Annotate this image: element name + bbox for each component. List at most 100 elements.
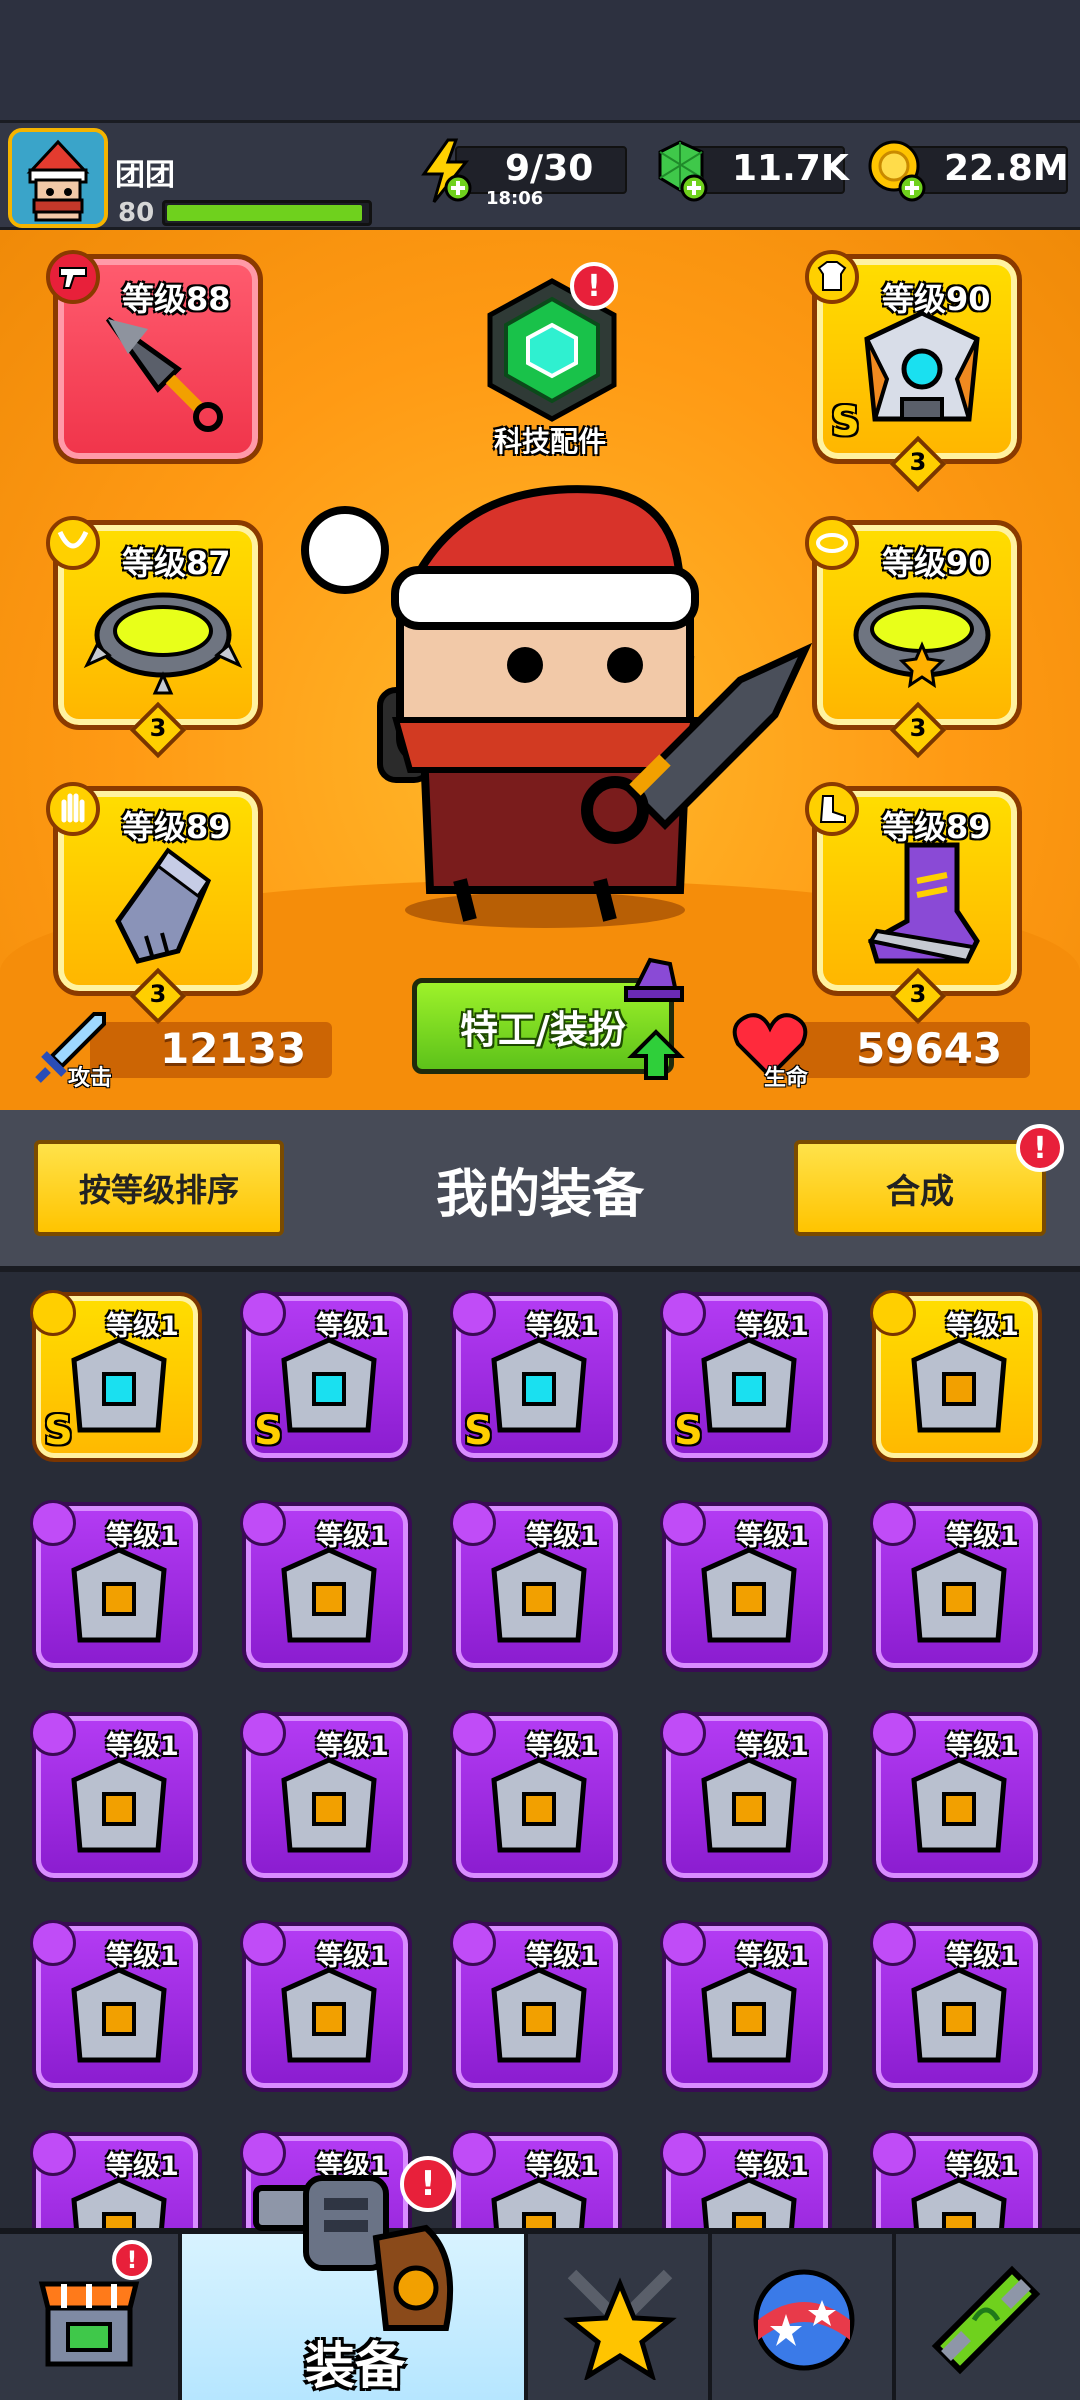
s-grade-mark: S bbox=[254, 1408, 283, 1454]
sort-by-level-button[interactable]: 按等级排序 bbox=[34, 1140, 284, 1236]
shirt-icon bbox=[817, 261, 847, 291]
agent-button-decor-icon bbox=[624, 957, 685, 1080]
equipment-item[interactable]: 等级1 bbox=[660, 1710, 832, 1882]
equipment-item[interactable]: 等级1 bbox=[870, 2130, 1042, 2228]
item-level: 等级1 bbox=[106, 1521, 179, 1552]
item-level: 等级1 bbox=[736, 1731, 809, 1762]
gloves-type-badge bbox=[46, 782, 100, 836]
equipment-item[interactable]: 等级1 bbox=[450, 1920, 622, 2092]
item-level: 等级1 bbox=[316, 1521, 389, 1552]
xp-bar-fill bbox=[167, 205, 362, 221]
item-type-badge bbox=[240, 1920, 286, 1966]
item-type-badge bbox=[660, 1710, 706, 1756]
item-level: 等级1 bbox=[106, 1311, 179, 1342]
equipment-item[interactable]: 等级1 S bbox=[240, 1290, 412, 1462]
hand-icon bbox=[61, 793, 85, 823]
gold-coin-icon[interactable] bbox=[866, 138, 930, 204]
vest-icon bbox=[71, 1967, 167, 2063]
equipment-item[interactable]: 等级1 bbox=[450, 2130, 622, 2228]
necklace-icon bbox=[57, 530, 89, 549]
equipment-item[interactable]: 等级1 bbox=[30, 2130, 202, 2228]
item-level: 等级1 bbox=[736, 1941, 809, 1972]
section-title: 我的装备 bbox=[435, 1165, 644, 1225]
slot-stars-gloves: 3 bbox=[149, 980, 167, 1008]
item-level: 等级1 bbox=[106, 1941, 179, 1972]
item-level: 等级1 bbox=[736, 2151, 809, 2182]
item-type-badge bbox=[660, 1290, 706, 1336]
attack-value: 12133 bbox=[160, 1024, 307, 1073]
plated-armor-icon bbox=[281, 1967, 377, 2063]
ninja-avatar-icon bbox=[12, 132, 104, 224]
equipment-item[interactable]: 等级1 bbox=[870, 1920, 1042, 2092]
machete-icon bbox=[911, 1337, 1007, 1433]
equipment-item[interactable]: 等级1 bbox=[660, 1920, 832, 2092]
equipment-item[interactable]: 等级1 bbox=[870, 1500, 1042, 1672]
equipment-item[interactable]: 等级1 bbox=[30, 1710, 202, 1882]
equipment-item[interactable]: 等级1 bbox=[30, 1920, 202, 2092]
item-type-badge bbox=[870, 1500, 916, 1546]
equipment-item[interactable]: 等级1 bbox=[240, 1500, 412, 1672]
item-type-badge bbox=[870, 1290, 916, 1336]
item-type-badge bbox=[240, 1500, 286, 1546]
leaf-armor-icon bbox=[911, 1547, 1007, 1643]
item-level: 等级1 bbox=[526, 1311, 599, 1342]
item-level: 等级1 bbox=[526, 1731, 599, 1762]
green-gem-armor-icon bbox=[491, 1757, 587, 1853]
equipment-item[interactable]: 等级1 bbox=[660, 1500, 832, 1672]
green-gem-icon[interactable] bbox=[650, 138, 712, 204]
item-level: 等级1 bbox=[946, 1521, 1019, 1552]
s-grade-mark: S bbox=[464, 1408, 493, 1454]
vest-icon bbox=[701, 1757, 797, 1853]
necklace-type-badge bbox=[46, 516, 100, 570]
chainmail-icon bbox=[71, 1757, 167, 1853]
item-type-badge bbox=[450, 1710, 496, 1756]
star-orb-icon bbox=[753, 2269, 855, 2371]
avatar[interactable] bbox=[8, 128, 108, 228]
equipment-item[interactable]: 等级1 S bbox=[450, 1290, 622, 1462]
nav-tab-evolution[interactable] bbox=[896, 2234, 1080, 2400]
equipment-item[interactable]: 等级1 bbox=[450, 1500, 622, 1672]
gauntlet-icon bbox=[115, 847, 212, 964]
spiked-collar-icon bbox=[83, 592, 243, 695]
equipment-item[interactable]: 等级1 bbox=[870, 1290, 1042, 1462]
lightning-icon[interactable] bbox=[418, 138, 476, 204]
attack-label: 攻击 bbox=[68, 1066, 113, 1091]
belt-badge-icon bbox=[816, 533, 848, 553]
nav-tab-shop[interactable] bbox=[0, 2234, 182, 2400]
equipment-item[interactable]: 等级1 bbox=[660, 2130, 832, 2228]
vest-icon bbox=[911, 1757, 1007, 1853]
player-name: 团团 bbox=[115, 158, 175, 193]
item-type-badge bbox=[660, 2130, 706, 2176]
slot-stars-belt: 3 bbox=[909, 714, 927, 742]
equipment-item[interactable]: 等级1 S bbox=[660, 1290, 832, 1462]
equipment-item[interactable]: 等级1 bbox=[240, 1920, 412, 2092]
nav-tab-battle[interactable] bbox=[528, 2234, 712, 2400]
item-level: 等级1 bbox=[736, 1521, 809, 1552]
item-type-badge bbox=[870, 2130, 916, 2176]
item-level: 等级1 bbox=[946, 1731, 1019, 1762]
item-type-badge bbox=[30, 1290, 76, 1336]
item-level: 等级1 bbox=[946, 1941, 1019, 1972]
slot-level-armor: 等级90 bbox=[882, 280, 991, 318]
equipment-item[interactable]: 等级1 bbox=[240, 1710, 412, 1882]
energy-value: 9/30 bbox=[505, 148, 594, 189]
spiked-collar-icon bbox=[701, 1967, 797, 2063]
item-level: 等级1 bbox=[526, 1521, 599, 1552]
equipment-item[interactable]: 等级1 bbox=[870, 1710, 1042, 1882]
combine-button[interactable]: 合成 bbox=[794, 1140, 1046, 1236]
item-level: 等级1 bbox=[946, 1311, 1019, 1342]
item-level: 等级1 bbox=[316, 1941, 389, 1972]
item-type-badge bbox=[450, 1500, 496, 1546]
item-type-badge bbox=[30, 1500, 76, 1546]
shop-icon bbox=[38, 2281, 140, 2367]
boot-icon bbox=[867, 842, 980, 964]
equipment-item[interactable]: 等级1 bbox=[30, 1500, 202, 1672]
equipment-item[interactable]: 等级1 bbox=[450, 1710, 622, 1882]
item-level: 等级1 bbox=[526, 1941, 599, 1972]
item-type-badge bbox=[870, 1920, 916, 1966]
equipment-alert-badge: ! bbox=[400, 2156, 456, 2212]
item-level: 等级1 bbox=[736, 1311, 809, 1342]
equipment-item[interactable]: 等级1 S bbox=[30, 1290, 202, 1462]
gauntlet-icon bbox=[71, 1337, 167, 1433]
nav-tab-talent[interactable] bbox=[712, 2234, 896, 2400]
